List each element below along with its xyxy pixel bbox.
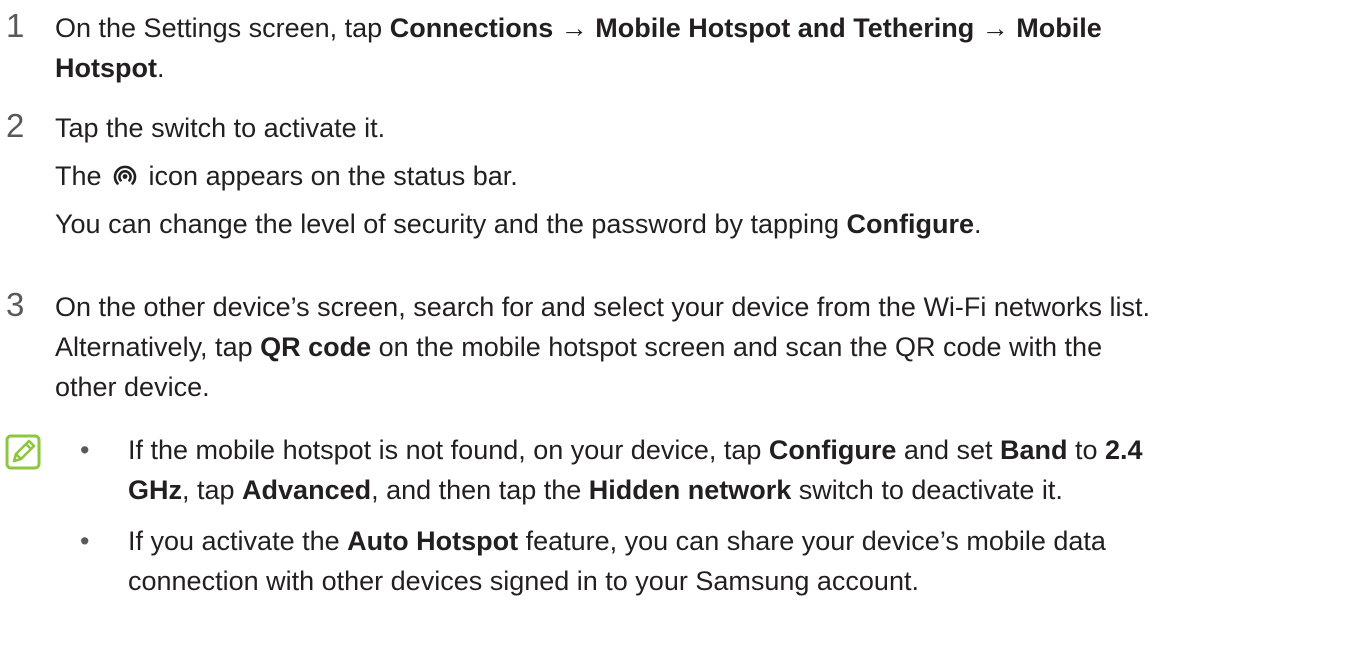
bullet-dot: • — [80, 435, 90, 465]
step-1-line-2: Hotspot. — [55, 48, 1355, 88]
menu-item-connections: Connections — [389, 13, 554, 43]
step-body: On the Settings screen, tap Connections … — [55, 8, 1355, 88]
step-body: Tap the switch to activate it. The icon … — [55, 108, 1355, 244]
bullet-2-line-1: If you activate the Auto Hotspot feature… — [128, 521, 1360, 561]
text: Alternatively, tap — [55, 332, 261, 362]
setting-hidden-network: Hidden network — [588, 475, 792, 505]
menu-item-advanced: Advanced — [242, 475, 372, 505]
arrow: → — [553, 13, 596, 43]
step-number: 3 — [6, 286, 25, 323]
step-number: 1 — [6, 7, 25, 44]
band-value: 2.4 — [1105, 435, 1143, 465]
bullet-1-line-1: If the mobile hotspot is not found, on y… — [128, 430, 1360, 470]
step-2-line-2: The icon appears on the status bar. — [55, 156, 1355, 196]
band-unit: GHz — [128, 475, 182, 505]
text: On the Settings screen, tap — [55, 13, 390, 43]
note-pencil-icon — [5, 434, 41, 470]
text: and set — [896, 435, 1000, 465]
menu-item-configure: Configure — [846, 209, 975, 239]
text: to — [1067, 435, 1106, 465]
note-bullet-2: • If you activate the Auto Hotspot featu… — [80, 521, 1360, 601]
text: If you activate the — [128, 526, 348, 556]
menu-item-qr-code: QR code — [260, 332, 372, 362]
text: switch to deactivate it. — [791, 475, 1063, 505]
step-3-line-1: On the other device’s screen, search for… — [55, 292, 1150, 322]
feature-auto-hotspot: Auto Hotspot — [347, 526, 519, 556]
text: on the mobile hotspot screen and scan th… — [371, 332, 1103, 362]
step-2-line-1: Tap the switch to activate it. — [55, 113, 386, 143]
menu-item-hotspot-tethering: Mobile Hotspot and Tethering — [595, 13, 975, 43]
hotspot-status-icon — [113, 165, 137, 185]
text: The — [55, 161, 110, 191]
text: . — [974, 209, 982, 239]
text: , and then tap the — [371, 475, 589, 505]
text: If the mobile hotspot is not found, on y… — [128, 435, 769, 465]
text: You can change the level of security and… — [55, 209, 847, 239]
step-2-line-3: You can change the level of security and… — [55, 204, 1355, 244]
step-3-line-2: Alternatively, tap QR code on the mobile… — [55, 327, 1355, 367]
manual-page: 1 On the Settings screen, tap Connection… — [0, 0, 1364, 651]
bullet-2-line-2: connection with other devices signed in … — [128, 566, 919, 596]
text: . — [156, 53, 165, 83]
step-body: On the other device’s screen, search for… — [55, 287, 1355, 407]
step-1-line-1: On the Settings screen, tap Connections … — [55, 8, 1355, 48]
text: feature, you can share your device’s mob… — [518, 526, 1106, 556]
note-list: • If the mobile hotspot is not found, on… — [80, 430, 1360, 601]
setting-band: Band — [999, 435, 1068, 465]
text: , tap — [182, 475, 243, 505]
menu-item-configure: Configure — [768, 435, 897, 465]
text: icon appears on the status bar. — [141, 161, 518, 191]
bullet-dot: • — [80, 526, 90, 556]
note-bullet-1: • If the mobile hotspot is not found, on… — [80, 430, 1360, 510]
arrow: → — [974, 13, 1017, 43]
step-number: 2 — [6, 107, 25, 144]
menu-item-hotspot: Hotspot — [55, 53, 157, 83]
bullet-1-line-2: GHz, tap Advanced, and then tap the Hidd… — [128, 470, 1360, 510]
menu-item-mobile: Mobile — [1016, 13, 1102, 43]
step-3-line-3: other device. — [55, 372, 210, 402]
